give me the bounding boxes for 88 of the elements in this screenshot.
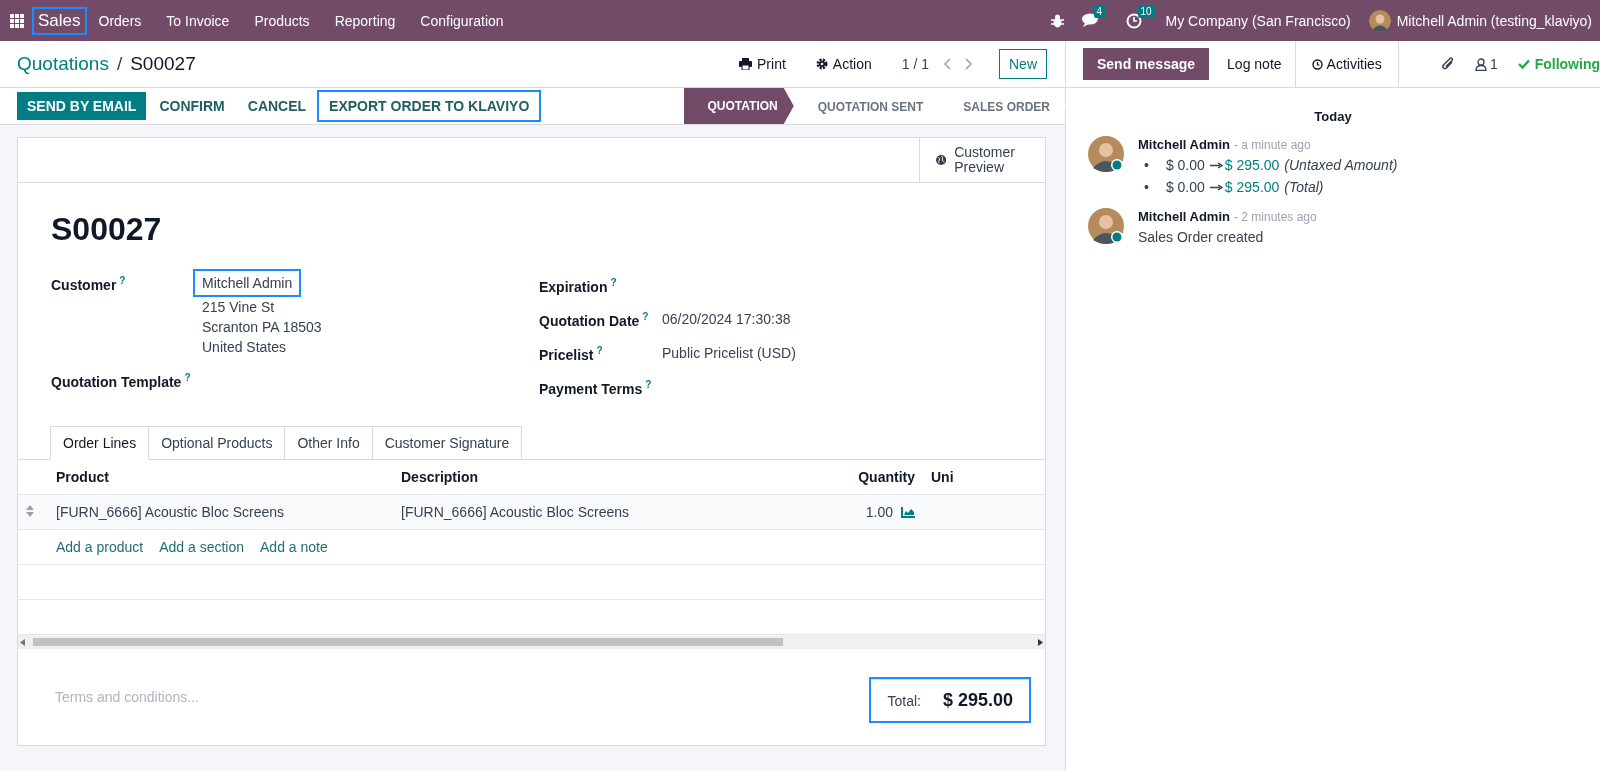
total-amount: $ 295.00 (942, 690, 1013, 711)
field-value[interactable]: Public Pricelist (USD) (662, 340, 1012, 361)
column-header[interactable]: Uni (923, 460, 1045, 495)
form-tab[interactable]: Customer Signature (372, 426, 523, 460)
action-button[interactable]: SEND BY EMAIL (17, 92, 147, 120)
check-icon (1517, 59, 1530, 69)
follower-count[interactable]: 1 (1489, 56, 1498, 72)
table-cell: [FURN_6666] Acoustic Bloc Screens (393, 494, 733, 530)
chatter-button[interactable]: Activities (1294, 41, 1399, 87)
field-value[interactable]: 06/20/2024 17:30:38 (662, 306, 1012, 327)
field-label: Quotation Date $^{?}$ (539, 310, 650, 329)
forecast-chart-icon[interactable] (901, 506, 915, 518)
menu-item[interactable]: Products (254, 12, 310, 29)
paperclip-icon[interactable] (1440, 56, 1455, 72)
company-switcher[interactable]: My Company (San Francisco) (1165, 12, 1351, 29)
table-cell: [FURN_6666] Acoustic Bloc Screens (48, 494, 393, 530)
person-icon[interactable] (1474, 57, 1487, 71)
app-name[interactable]: Sales (34, 8, 85, 33)
message-body: Sales Order created (1138, 229, 1265, 245)
action-button[interactable]: CANCEL (237, 92, 317, 120)
address-line: 215 Vine St (202, 299, 275, 315)
column-header[interactable]: Description (393, 460, 733, 495)
menu-item[interactable]: Orders (98, 12, 142, 29)
form-tab[interactable]: Order Lines (50, 426, 150, 460)
message-time: - a minute ago (1233, 138, 1311, 152)
field-label: Customer $^{?}$ (51, 274, 127, 293)
column-header[interactable]: Product (48, 460, 393, 495)
address-line: Scranton PA 18503 (202, 319, 322, 335)
field-label: Expiration $^{?}$ (539, 276, 618, 295)
bullet: • (1144, 157, 1149, 173)
action-button[interactable]: Action (832, 56, 872, 72)
add-line-link[interactable]: Add a section (159, 539, 244, 555)
scrollbar-thumb[interactable] (33, 638, 783, 646)
new-value: $ 295.00 (1224, 179, 1280, 195)
pager-value[interactable]: 1 / 1 (901, 56, 929, 72)
form-tab[interactable]: Other Info (285, 426, 373, 460)
message-time: - 2 minutes ago (1233, 210, 1317, 224)
drag-handle-icon[interactable] (26, 505, 34, 517)
print-button[interactable]: Print (757, 56, 786, 72)
field-label: Quotation Template $^{?}$ (51, 371, 192, 390)
print-icon (739, 58, 752, 70)
add-line-link[interactable]: Add a product (56, 539, 144, 555)
clock-icon (1311, 58, 1323, 70)
address-line: United States (202, 339, 287, 355)
author-name[interactable]: Mitchell Admin (1138, 137, 1230, 152)
author-name[interactable]: Mitchell Admin (1138, 209, 1230, 224)
menu-item[interactable]: Reporting (334, 12, 396, 29)
breadcrumb-link[interactable]: Quotations (17, 53, 109, 75)
menu-item[interactable]: Configuration (420, 12, 504, 29)
gear-icon (815, 58, 828, 70)
order-title: S00027 (51, 211, 163, 248)
table-cell: 1.00 (865, 504, 893, 520)
bullet: • (1144, 179, 1149, 195)
tracked-field: (Untaxed Amount) (1284, 157, 1398, 173)
arrow-icon (1209, 161, 1223, 169)
field-label: Payment Terms $^{?}$ (539, 378, 653, 397)
status-step[interactable]: QUOTATION (683, 88, 794, 124)
form-tab[interactable]: Optional Products (149, 426, 286, 460)
chat-icon[interactable] (1081, 13, 1100, 28)
scroll-right-icon[interactable] (1038, 638, 1043, 646)
action-button[interactable]: CONFIRM (149, 92, 235, 120)
avatar-icon (1088, 136, 1124, 172)
message-count-badge: 4 (1093, 5, 1106, 18)
new-value: $ 295.00 (1224, 157, 1280, 173)
old-value: $ 0.00 (1165, 179, 1205, 195)
menu-item[interactable]: To Invoice (166, 12, 230, 29)
bug-icon[interactable] (1050, 13, 1064, 28)
scroll-left-icon[interactable] (20, 638, 25, 646)
total-label: Total: (887, 692, 921, 709)
breadcrumb-separator: / (116, 53, 123, 75)
action-button[interactable]: EXPORT ORDER TO KLAVIYO (319, 92, 540, 120)
chatter-button[interactable]: Send message (1083, 48, 1210, 80)
old-value: $ 0.00 (1165, 157, 1205, 173)
column-header[interactable]: Quantity (733, 460, 923, 495)
tracked-field: (Total) (1284, 179, 1324, 195)
user-menu[interactable]: Mitchell Admin (testing_klaviyo) (1396, 12, 1592, 29)
customer-link[interactable]: Mitchell Admin (195, 271, 300, 295)
activity-count-badge: 10 (1137, 4, 1155, 18)
apps-menu-icon[interactable] (10, 13, 24, 28)
add-line-link[interactable]: Add a note (260, 539, 328, 555)
date-separator: Today (1313, 109, 1353, 124)
clock-icon[interactable] (1125, 12, 1142, 29)
new-button[interactable]: New (999, 49, 1047, 79)
arrow-icon (1209, 183, 1223, 191)
field-label: Pricelist $^{?}$ (539, 344, 604, 363)
avatar-icon (1088, 208, 1124, 244)
user-avatar-icon[interactable] (1368, 9, 1391, 32)
record-name: S00027 (130, 53, 196, 75)
